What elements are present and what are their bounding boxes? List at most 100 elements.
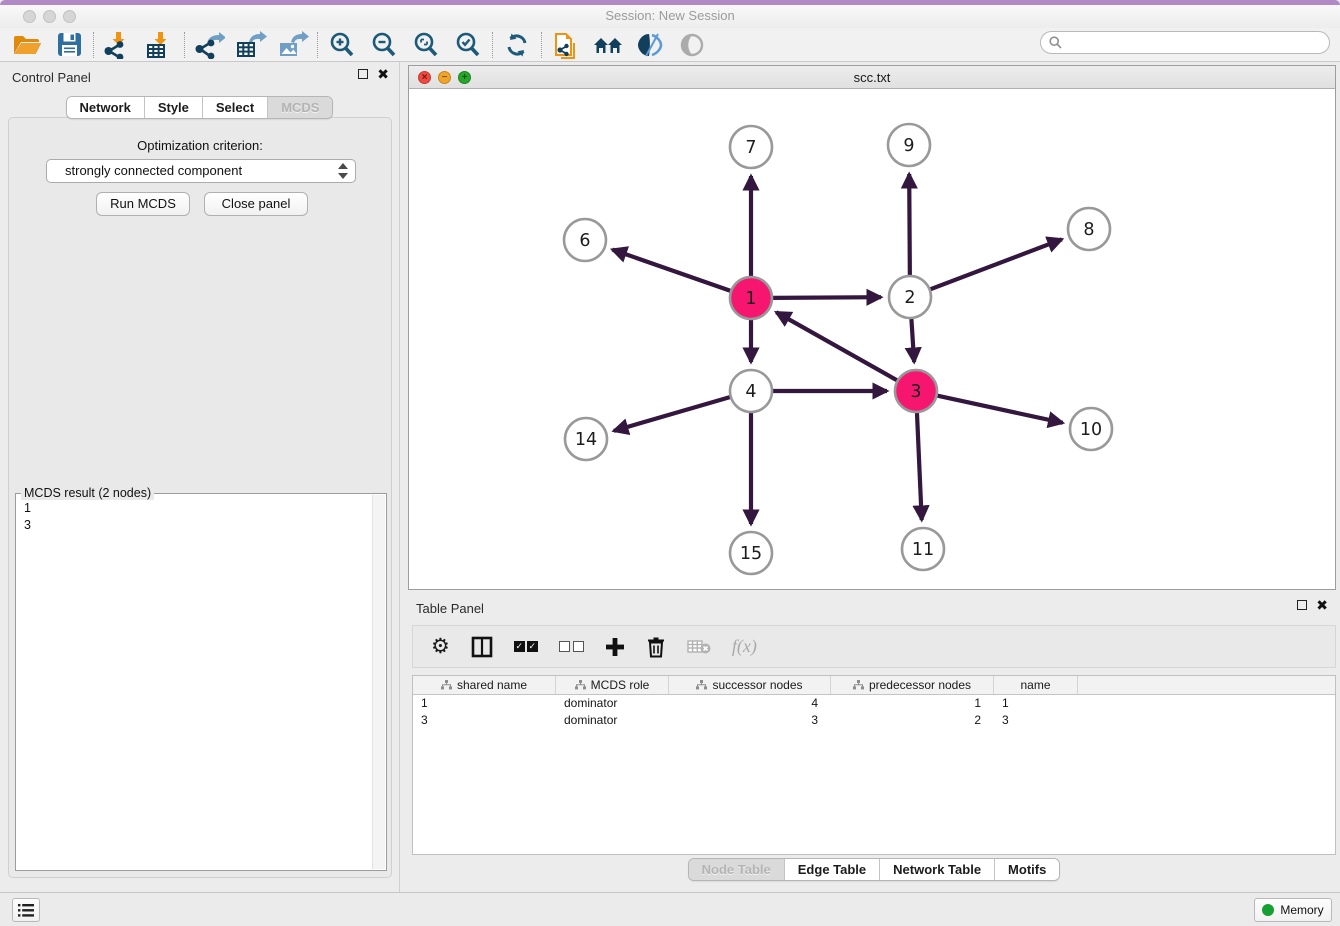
save-icon <box>57 32 82 57</box>
graph-edge-1-2[interactable] <box>773 297 881 298</box>
column-header-name[interactable]: name <box>994 676 1078 694</box>
refresh-button[interactable] <box>496 29 538 61</box>
zoom-selected-button[interactable] <box>447 29 489 61</box>
column-namespace-icon <box>575 680 586 690</box>
zoom-in-button[interactable] <box>321 29 363 61</box>
graph-node-label: 8 <box>1083 220 1094 240</box>
main-toolbar <box>0 28 1340 62</box>
list-icon <box>18 904 34 917</box>
column-header-shared-name[interactable]: shared name <box>413 676 556 694</box>
table-cell[interactable]: 1 <box>994 695 1078 712</box>
table-cell[interactable]: 1 <box>413 695 556 712</box>
tab-motifs[interactable]: Motifs <box>994 859 1059 880</box>
mcds-result-list[interactable]: 13 <box>16 496 372 870</box>
export-image-button[interactable] <box>272 29 314 61</box>
open-folder-icon <box>12 33 42 57</box>
zoom-fit-button[interactable] <box>405 29 447 61</box>
houses-button[interactable] <box>587 29 629 61</box>
new-network-from-file-button[interactable] <box>545 29 587 61</box>
memory-button[interactable]: Memory <box>1254 898 1332 922</box>
import-table-icon <box>145 31 175 59</box>
table-cell[interactable]: 3 <box>669 712 831 729</box>
criterion-dropdown[interactable]: strongly connected component <box>46 159 356 183</box>
close-table-panel-icon[interactable]: ✖ <box>1316 600 1328 610</box>
control-panel-header: Control Panel ✖ <box>0 62 399 92</box>
column-header-predecessor-nodes[interactable]: predecessor nodes <box>831 676 994 694</box>
toolbar-separator <box>541 32 542 58</box>
mcds-panel: Optimization criterion: strongly connect… <box>8 117 392 878</box>
graph-edge-2-8[interactable] <box>931 239 1062 289</box>
graph-edge-2-3[interactable] <box>911 319 914 362</box>
export-network-button[interactable] <box>188 29 230 61</box>
column-namespace-icon <box>853 680 864 690</box>
tab-mcds[interactable]: MCDS <box>267 97 332 118</box>
graph-edge-1-6[interactable] <box>612 250 730 291</box>
graph-edge-2-9[interactable] <box>909 174 910 275</box>
table-tabs: Node Table Edge Table Network Table Moti… <box>408 858 1340 881</box>
table-row: 1dominator411 <box>413 695 1335 712</box>
table-mode-icon[interactable]: ⚙ <box>431 636 450 657</box>
zoom-selected-icon <box>454 31 482 59</box>
save-session-button[interactable] <box>48 29 90 61</box>
graph-node-label: 6 <box>579 231 590 251</box>
toolbar-separator <box>184 32 185 58</box>
import-table-button[interactable] <box>139 29 181 61</box>
style-preview-button[interactable] <box>629 29 671 61</box>
tab-edge-table[interactable]: Edge Table <box>784 859 879 880</box>
table-cell[interactable]: dominator <box>556 695 669 712</box>
delete-table-icon[interactable] <box>687 639 711 655</box>
function-builder-icon[interactable]: f(x) <box>732 636 757 657</box>
import-network-icon <box>103 31 133 59</box>
tab-node-table[interactable]: Node Table <box>689 859 784 880</box>
import-network-button[interactable] <box>97 29 139 61</box>
graph-edge-3-11[interactable] <box>917 413 922 520</box>
zoom-out-icon <box>370 31 398 59</box>
table-cell[interactable]: 3 <box>413 712 556 729</box>
control-panel-tabs: Network Style Select MCDS <box>0 96 399 119</box>
graph-edge-3-1[interactable] <box>776 312 897 380</box>
open-file-button[interactable] <box>6 29 48 61</box>
float-panel-icon[interactable] <box>358 69 368 79</box>
column-header-MCDS-role[interactable]: MCDS role <box>556 676 669 694</box>
zoom-out-button[interactable] <box>363 29 405 61</box>
close-panel-icon[interactable]: ✖ <box>377 69 389 79</box>
float-table-panel-icon[interactable] <box>1297 600 1307 610</box>
tab-network-table[interactable]: Network Table <box>879 859 994 880</box>
delete-column-icon[interactable] <box>646 636 666 658</box>
table-cell[interactable]: 3 <box>994 712 1078 729</box>
window-title: Session: New Session <box>0 8 1340 23</box>
select-all-icon[interactable]: ✓✓ <box>514 641 538 652</box>
table-cell[interactable]: 1 <box>831 695 994 712</box>
hidden-eye-button[interactable] <box>671 29 713 61</box>
tab-select[interactable]: Select <box>202 97 267 118</box>
mcds-result-group: MCDS result (2 nodes) 13 <box>15 493 387 871</box>
search-input[interactable] <box>1066 36 1329 50</box>
toolbar-separator <box>317 32 318 58</box>
network-window-titlebar[interactable]: × − + scc.txt <box>409 66 1335 89</box>
close-panel-button[interactable]: Close panel <box>204 192 308 216</box>
deselect-all-icon[interactable] <box>559 641 584 652</box>
tab-network[interactable]: Network <box>67 97 144 118</box>
show-panels-button[interactable] <box>12 898 40 922</box>
table-cell[interactable]: 4 <box>669 695 831 712</box>
add-column-icon[interactable] <box>605 637 625 657</box>
network-graph: 7968124314101511 <box>409 89 1335 589</box>
table-toolbar: ⚙ ✓✓ f(x) <box>412 625 1336 668</box>
table-cell[interactable]: 2 <box>831 712 994 729</box>
column-visibility-icon[interactable] <box>471 636 493 658</box>
graph-edge-4-14[interactable] <box>614 397 730 431</box>
result-scrollbar[interactable] <box>372 495 385 869</box>
export-table-button[interactable] <box>230 29 272 61</box>
column-header-successor-nodes[interactable]: successor nodes <box>669 676 831 694</box>
dropdown-stepper-icon <box>338 163 348 179</box>
search-field[interactable] <box>1040 31 1330 54</box>
tab-style[interactable]: Style <box>144 97 202 118</box>
titlebar[interactable]: Session: New Session <box>0 5 1340 28</box>
table-cell[interactable]: dominator <box>556 712 669 729</box>
graph-node-label: 14 <box>575 430 597 450</box>
graph-edge-3-10[interactable] <box>937 396 1062 423</box>
graph-node-label: 3 <box>910 382 921 402</box>
network-canvas[interactable]: 7968124314101511 <box>409 89 1335 589</box>
table-panel: Table Panel ✖ ⚙ ✓✓ <box>408 593 1340 888</box>
run-mcds-button[interactable]: Run MCDS <box>96 192 190 216</box>
